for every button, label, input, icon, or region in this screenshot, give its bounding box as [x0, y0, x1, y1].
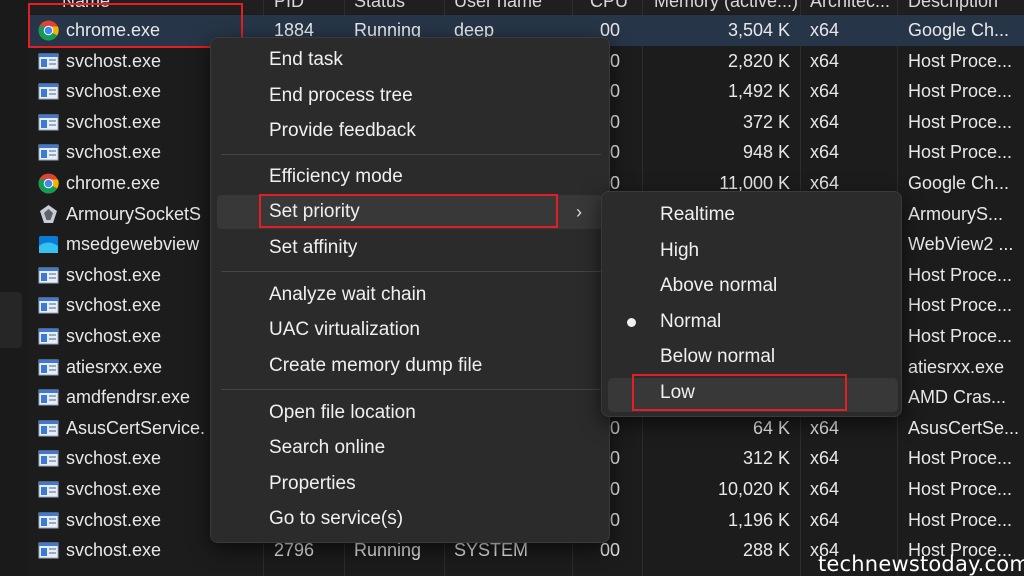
- menu-separator: [221, 389, 601, 390]
- process-memory: 372 K: [742, 111, 790, 132]
- process-description: Host Proce...: [908, 264, 1013, 285]
- process-architecture: x64: [810, 81, 840, 102]
- process-description: Host Proce...: [908, 509, 1013, 530]
- process-description: Google Ch...: [908, 173, 1010, 193]
- menu-item-uac-virtualization[interactable]: UAC virtualization: [269, 314, 420, 346]
- context-menu: End task End process tree Provide feedba…: [210, 37, 610, 543]
- menu-item-search-online[interactable]: Search online: [269, 432, 385, 464]
- service-icon: [38, 267, 59, 284]
- menu-item-open-file-location[interactable]: Open file location: [269, 397, 416, 429]
- column-header-status[interactable]: Status: [354, 0, 405, 12]
- process-description: WebView2 ...: [908, 234, 1014, 255]
- process-description: AMD Cras...: [908, 387, 1007, 408]
- priority-option-normal[interactable]: Normal: [660, 306, 721, 338]
- process-architecture: x64: [810, 448, 840, 469]
- process-description: Host Proce...: [908, 326, 1013, 346]
- menu-item-provide-feedback[interactable]: Provide feedback: [269, 115, 416, 147]
- process-architecture: x64: [810, 20, 840, 40]
- process-description: Host Proce...: [908, 50, 1013, 71]
- chevron-right-icon: ›: [576, 202, 582, 222]
- service-icon: [38, 389, 59, 406]
- nav-selected-indicator[interactable]: [0, 292, 22, 348]
- process-memory: 288 K: [742, 540, 790, 561]
- process-description: AsusCertSe...: [908, 417, 1020, 438]
- process-description: Host Proce...: [908, 295, 1013, 316]
- nav-sidebar: [0, 0, 28, 576]
- highlight-box-low: [632, 374, 847, 411]
- highlight-box-set-priority: [259, 194, 558, 228]
- process-memory: 312 K: [742, 448, 790, 469]
- process-architecture: x64: [810, 509, 840, 530]
- priority-option-high[interactable]: High: [660, 235, 699, 267]
- service-icon: [38, 481, 59, 498]
- process-description: Google Ch...: [908, 20, 1010, 40]
- process-memory: 1,492 K: [727, 81, 790, 102]
- process-memory: 10,020 K: [717, 479, 790, 499]
- process-description: ArmouryS...: [908, 203, 1004, 224]
- process-architecture: x64: [810, 50, 840, 71]
- column-header-pid[interactable]: PID: [274, 0, 304, 12]
- process-description: Host Proce...: [908, 111, 1013, 132]
- process-description: Host Proce...: [908, 479, 1013, 499]
- selected-bullet-icon: [627, 318, 636, 327]
- process-memory: 1,196 K: [727, 509, 790, 530]
- menu-item-set-affinity[interactable]: Set affinity: [269, 232, 357, 264]
- service-icon: [38, 83, 59, 100]
- process-description: Host Proce...: [908, 142, 1013, 163]
- process-memory: 2,820 K: [727, 50, 790, 71]
- menu-item-analyze-wait-chain[interactable]: Analyze wait chain: [269, 279, 426, 311]
- column-header-memory[interactable]: Memory (active...): [654, 0, 798, 12]
- service-icon: [38, 114, 59, 131]
- column-header-user[interactable]: User name: [454, 0, 542, 12]
- menu-item-create-memory-dump[interactable]: Create memory dump file: [269, 350, 482, 382]
- process-architecture: x64: [810, 142, 840, 163]
- menu-separator: [221, 271, 601, 272]
- chrome-icon: [38, 173, 59, 194]
- priority-option-above-normal[interactable]: Above normal: [660, 270, 777, 302]
- watermark: technewstoday.com: [818, 552, 1024, 576]
- process-memory: 3,504 K: [727, 20, 790, 40]
- process-memory: 64 K: [752, 417, 790, 438]
- service-icon: [38, 450, 59, 467]
- process-architecture: x64: [810, 479, 840, 499]
- service-icon: [38, 144, 59, 161]
- webview-icon: [39, 236, 58, 254]
- armoury-icon: [40, 204, 57, 223]
- menu-separator: [221, 154, 601, 155]
- menu-item-end-process-tree[interactable]: End process tree: [269, 80, 413, 112]
- process-description: atiesrxx.exe: [908, 356, 1005, 377]
- priority-option-realtime[interactable]: Realtime: [660, 199, 735, 231]
- column-header-architecture[interactable]: Architec...: [810, 0, 890, 12]
- service-icon: [38, 359, 59, 376]
- menu-item-properties[interactable]: Properties: [269, 468, 356, 500]
- service-icon: [38, 542, 59, 559]
- menu-item-efficiency-mode[interactable]: Efficiency mode: [269, 161, 403, 193]
- process-memory: 948 K: [742, 142, 790, 163]
- priority-option-below-normal[interactable]: Below normal: [660, 341, 775, 373]
- service-icon: [38, 420, 59, 437]
- service-icon: [38, 512, 59, 529]
- process-description: Host Proce...: [908, 448, 1013, 469]
- process-architecture: x64: [810, 111, 840, 132]
- service-icon: [38, 328, 59, 345]
- menu-item-go-to-services[interactable]: Go to service(s): [269, 503, 403, 535]
- service-icon: [38, 53, 59, 70]
- column-header-description[interactable]: Description: [908, 0, 998, 12]
- column-header-cpu[interactable]: CPU: [590, 0, 628, 12]
- menu-item-end-task[interactable]: End task: [269, 44, 343, 76]
- process-description: Host Proce...: [908, 81, 1013, 102]
- service-icon: [38, 297, 59, 314]
- process-architecture: x64: [810, 417, 840, 438]
